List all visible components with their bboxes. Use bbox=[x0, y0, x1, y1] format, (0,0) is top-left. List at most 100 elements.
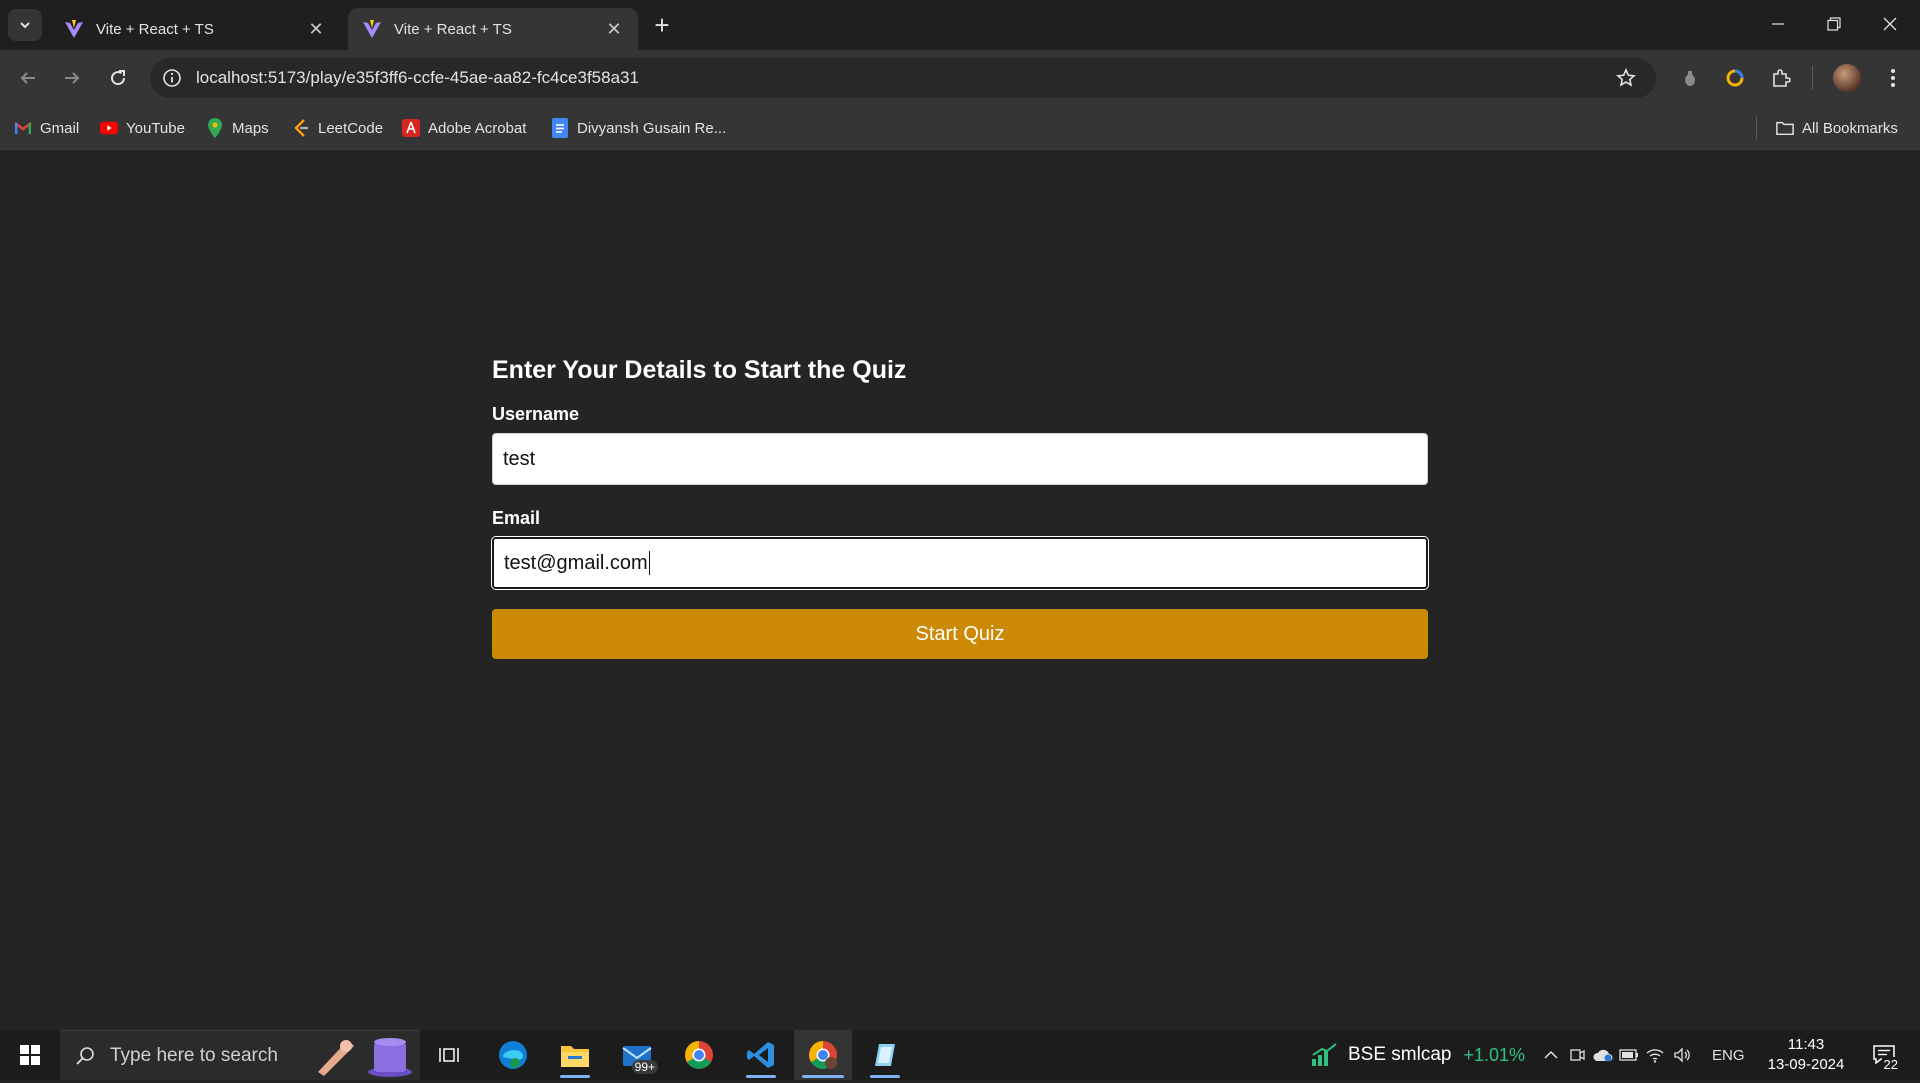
acrobat-icon bbox=[402, 119, 420, 137]
all-bookmarks-label: All Bookmarks bbox=[1802, 119, 1898, 137]
menu-kebab-icon[interactable] bbox=[1877, 62, 1909, 94]
stock-chart-icon bbox=[1312, 1043, 1337, 1066]
folder-icon bbox=[1776, 119, 1794, 137]
bookmark-adobe-acrobat[interactable]: Adobe Acrobat bbox=[402, 116, 526, 140]
email-value: test@gmail.com bbox=[504, 551, 648, 574]
minimize-icon bbox=[1772, 23, 1784, 25]
all-bookmarks-button[interactable]: All Bookmarks bbox=[1776, 116, 1898, 140]
bookmarks-divider bbox=[1756, 116, 1757, 140]
bookmark-maps[interactable]: Maps bbox=[206, 116, 269, 140]
start-quiz-button[interactable]: Start Quiz bbox=[492, 609, 1428, 659]
navigation-bar: localhost:5173/play/e35f3ff6-ccfe-45ae-a… bbox=[0, 50, 1920, 106]
bookmark-label: Divyansh Gusain Re... bbox=[577, 119, 727, 137]
search-highlight-illustration bbox=[310, 1034, 420, 1078]
windows-logo-icon bbox=[20, 1045, 40, 1065]
close-icon bbox=[1883, 17, 1897, 31]
folder-icon bbox=[561, 1046, 589, 1067]
bookmark-resume-doc[interactable]: Divyansh Gusain Re... bbox=[551, 116, 726, 140]
clock-date: 13-09-2024 bbox=[1767, 1056, 1845, 1073]
taskbar-vscode[interactable] bbox=[732, 1030, 790, 1080]
battery-icon[interactable] bbox=[1616, 1049, 1642, 1061]
bookmarks-bar: Gmail YouTube Maps LeetCode Adobe Acroba… bbox=[0, 106, 1920, 150]
arrow-left-icon bbox=[20, 72, 35, 84]
close-icon[interactable]: ✕ bbox=[306, 19, 326, 39]
system-clock[interactable]: 11:43 13-09-2024 bbox=[1764, 1035, 1848, 1075]
task-view-button[interactable] bbox=[420, 1030, 478, 1080]
page-content: Enter Your Details to Start the Quiz Use… bbox=[0, 151, 1920, 1030]
stock-name: BSE smlcap bbox=[1348, 1044, 1452, 1065]
bookmark-label: YouTube bbox=[126, 119, 185, 137]
meet-now-icon[interactable] bbox=[1564, 1047, 1590, 1063]
notification-center-button[interactable]: 22 bbox=[1864, 1038, 1904, 1072]
quiz-entry-form: Enter Your Details to Start the Quiz Use… bbox=[492, 351, 1428, 659]
chrome-icon bbox=[685, 1041, 713, 1069]
edge-icon bbox=[499, 1041, 527, 1069]
taskbar-file-explorer[interactable] bbox=[546, 1030, 604, 1080]
back-button[interactable] bbox=[10, 60, 46, 96]
arrow-right-icon bbox=[65, 72, 80, 84]
tab-vite-2[interactable]: Vite + React + TS ✕ bbox=[348, 8, 638, 50]
task-view-icon bbox=[439, 1048, 459, 1062]
taskbar-search-box[interactable]: Type here to search bbox=[60, 1030, 420, 1080]
taskbar-chrome-active[interactable] bbox=[794, 1030, 852, 1080]
bookmark-gmail[interactable]: Gmail bbox=[14, 116, 79, 140]
new-tab-button[interactable]: + bbox=[648, 12, 676, 40]
leetcode-icon bbox=[292, 119, 310, 137]
taskbar: Type here to search 99+ BSE smlcap +1.01… bbox=[0, 1030, 1920, 1080]
minimize-button[interactable] bbox=[1750, 4, 1806, 44]
username-value: test bbox=[503, 447, 536, 470]
taskbar-chrome[interactable] bbox=[670, 1030, 728, 1080]
bookmark-label: Gmail bbox=[40, 119, 80, 137]
site-info-icon[interactable] bbox=[152, 58, 192, 98]
notification-count: 22 bbox=[1881, 1057, 1900, 1072]
address-bar[interactable]: localhost:5173/play/e35f3ff6-ccfe-45ae-a… bbox=[150, 58, 1656, 98]
restore-button[interactable] bbox=[1806, 4, 1862, 44]
tab-vite-1[interactable]: Vite + React + TS ✕ bbox=[50, 8, 340, 50]
taskbar-notes-app[interactable] bbox=[856, 1030, 914, 1080]
google-docs-icon bbox=[551, 118, 569, 138]
taskbar-edge[interactable] bbox=[484, 1030, 542, 1080]
extensions-puzzle-icon[interactable] bbox=[1765, 62, 1797, 94]
volume-icon[interactable] bbox=[1668, 1047, 1696, 1063]
stock-widget[interactable]: BSE smlcap +1.01% bbox=[1310, 1030, 1525, 1080]
extension-circle-icon[interactable] bbox=[1719, 62, 1751, 94]
url-text[interactable]: localhost:5173/play/e35f3ff6-ccfe-45ae-a… bbox=[196, 68, 1606, 88]
toolbar-divider bbox=[1812, 66, 1813, 90]
bookmark-star-icon[interactable] bbox=[1606, 58, 1646, 98]
close-icon[interactable]: ✕ bbox=[604, 19, 624, 39]
bookmark-leetcode[interactable]: LeetCode bbox=[292, 116, 383, 140]
vscode-icon bbox=[747, 1042, 774, 1068]
youtube-icon bbox=[100, 119, 118, 137]
reload-icon bbox=[111, 70, 126, 86]
taskbar-mail[interactable]: 99+ bbox=[608, 1030, 666, 1080]
language-indicator[interactable]: ENG bbox=[1712, 1047, 1745, 1064]
tab-title: Vite + React + TS bbox=[96, 20, 214, 38]
restore-icon bbox=[1827, 17, 1841, 31]
notes-app-icon bbox=[875, 1044, 895, 1066]
email-input[interactable]: test@gmail.com bbox=[492, 537, 1428, 589]
vite-icon bbox=[363, 20, 381, 38]
mail-badge: 99+ bbox=[631, 1060, 658, 1074]
chrome-profile-icon bbox=[809, 1041, 837, 1069]
forward-button[interactable] bbox=[54, 60, 90, 96]
tab-title: Vite + React + TS bbox=[394, 20, 512, 38]
maps-icon bbox=[206, 118, 224, 138]
bookmark-youtube[interactable]: YouTube bbox=[100, 116, 185, 140]
onedrive-icon[interactable] bbox=[1590, 1048, 1616, 1062]
close-window-button[interactable] bbox=[1862, 4, 1918, 44]
email-label: Email bbox=[492, 508, 541, 528]
stock-change: +1.01% bbox=[1463, 1044, 1526, 1065]
reload-button[interactable] bbox=[100, 60, 136, 96]
username-input[interactable]: test bbox=[492, 433, 1428, 485]
chevron-up-icon[interactable] bbox=[1538, 1050, 1564, 1060]
chevron-down-icon bbox=[20, 22, 30, 29]
bookmark-label: Maps bbox=[232, 119, 269, 137]
wifi-icon[interactable] bbox=[1642, 1047, 1668, 1063]
gmail-icon bbox=[14, 119, 32, 137]
extension-icon[interactable] bbox=[1674, 62, 1706, 94]
profile-avatar[interactable] bbox=[1833, 64, 1861, 92]
system-tray: ENG bbox=[1538, 1030, 1745, 1080]
vite-icon bbox=[65, 20, 83, 38]
tab-search-button[interactable] bbox=[8, 9, 42, 41]
start-button[interactable] bbox=[0, 1030, 60, 1080]
